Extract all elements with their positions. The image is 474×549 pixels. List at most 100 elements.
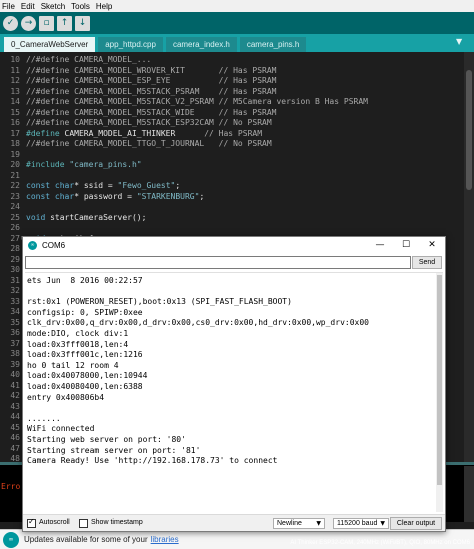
tab-camera-index[interactable]: camera_index.h bbox=[165, 37, 237, 52]
line-number: 27 bbox=[10, 233, 20, 243]
serial-output-line: entry 0x400806b4 bbox=[27, 392, 105, 402]
serial-input[interactable] bbox=[25, 256, 411, 269]
editor-scrollbar-thumb[interactable] bbox=[466, 70, 472, 190]
console-scrollbar[interactable] bbox=[464, 466, 474, 522]
line-number: 11 bbox=[10, 65, 20, 75]
code-token: * password = bbox=[74, 191, 137, 201]
code-text: const char* ssid = "Fewo_Guest"; bbox=[26, 180, 180, 191]
upload-icon[interactable]: → bbox=[21, 15, 36, 31]
serial-output[interactable]: ets Jun 8 2016 00:22:57 rst:0x1 (POWERON_… bbox=[25, 272, 443, 512]
serial-output-line: clk_drv:0x00,q_drv:0x00,d_drv:0x00,cs0_d… bbox=[27, 318, 369, 328]
new-sketch-icon[interactable]: ▫ bbox=[39, 15, 54, 31]
serial-output-line: load:0x40080400,len:6388 bbox=[27, 382, 143, 391]
code-text: //#define CAMERA_MODEL_ESP_EYE // Has PS… bbox=[26, 75, 276, 86]
code-line[interactable]: 22 const char* ssid = "Fewo_Guest"; bbox=[0, 180, 474, 191]
code-text: //#define CAMERA_MODEL_M5STACK_PSRAM // … bbox=[26, 86, 276, 97]
line-number: 28 bbox=[10, 244, 20, 253]
save-sketch-icon[interactable]: ↓ bbox=[75, 15, 90, 31]
code-line[interactable]: 17 #define CAMERA_MODEL_AI_THINKER // Has… bbox=[0, 128, 474, 139]
maximize-icon[interactable]: ☐ bbox=[393, 237, 419, 253]
libraries-link[interactable]: libraries bbox=[151, 535, 179, 544]
code-token: //#define CAMERA_MODEL_M5STACK_WIDE // H… bbox=[26, 107, 277, 117]
open-sketch-icon[interactable]: ↑ bbox=[57, 15, 72, 31]
serial-bottom-row: Autoscroll Show timestamp Newline ▼ 1152… bbox=[23, 514, 445, 531]
menu-edit[interactable]: Edit bbox=[21, 2, 35, 11]
tab-bar: 0_CameraWebServer app_httpd.cpp camera_i… bbox=[0, 34, 474, 52]
code-token: //#define CAMERA_MODEL_TTGO_T_JOURNAL //… bbox=[26, 139, 272, 148]
arduino-logo-icon: ∞ bbox=[3, 531, 19, 548]
menu-file[interactable]: File bbox=[2, 2, 15, 11]
code-token: "camera_pins.h" bbox=[69, 160, 142, 169]
line-number: 18 bbox=[10, 139, 20, 148]
send-button[interactable]: Send bbox=[412, 256, 442, 269]
line-number: 14 bbox=[10, 97, 20, 106]
chevron-down-icon: ▼ bbox=[380, 520, 385, 527]
code-line[interactable]: 21 bbox=[0, 170, 474, 181]
code-line[interactable]: 19 bbox=[0, 149, 474, 160]
serial-output-scrollbar[interactable] bbox=[436, 273, 443, 512]
show-timestamp-checkbox[interactable] bbox=[79, 519, 88, 528]
notification-bar: ∞ Updates available for some of your lib… bbox=[0, 529, 474, 549]
line-number: 38 bbox=[10, 349, 20, 358]
code-line[interactable]: 26 bbox=[0, 222, 474, 233]
line-number: 23 bbox=[10, 191, 20, 201]
code-line[interactable]: 10 //#define CAMERA_MODEL_... bbox=[0, 54, 474, 65]
code-line[interactable]: 18 //#define CAMERA_MODEL_TTGO_T_JOURNAL … bbox=[0, 138, 474, 149]
code-token: char bbox=[54, 181, 75, 190]
code-line[interactable]: 15 //#define CAMERA_MODEL_M5STACK_WIDE //… bbox=[0, 107, 474, 118]
code-text: //#define CAMERA_MODEL_... bbox=[26, 54, 151, 65]
notification-text: Updates available for some of your bbox=[24, 535, 148, 544]
code-line[interactable]: 16 //#define CAMERA_MODEL_M5STACK_ESP32CA… bbox=[0, 117, 474, 128]
line-ending-select[interactable]: Newline ▼ bbox=[273, 518, 325, 529]
line-number: 43 bbox=[10, 401, 20, 411]
tab-camerawebserver[interactable]: 0_CameraWebServer bbox=[4, 37, 96, 52]
tab-camera-pins[interactable]: camera_pins.h bbox=[239, 37, 307, 52]
code-token: //#define CAMERA_MODEL_M5STACK_ESP32CAM … bbox=[26, 118, 272, 127]
minimize-icon[interactable]: — bbox=[367, 237, 393, 253]
code-text: //#define CAMERA_MODEL_M5STACK_V2_PSRAM … bbox=[26, 96, 368, 107]
line-number: 13 bbox=[10, 86, 20, 96]
autoscroll-checkbox[interactable] bbox=[27, 517, 36, 528]
code-line[interactable]: 25 void startCameraServer(); bbox=[0, 212, 474, 223]
code-line[interactable]: 24 bbox=[0, 201, 474, 212]
line-number: 29 bbox=[10, 254, 20, 264]
menu-tools[interactable]: Tools bbox=[71, 2, 90, 11]
line-ending-value: Newline bbox=[277, 520, 302, 527]
line-number: 12 bbox=[10, 76, 20, 85]
clear-output-button[interactable]: Clear output bbox=[390, 517, 442, 530]
code-line[interactable]: 13 //#define CAMERA_MODEL_M5STACK_PSRAM /… bbox=[0, 86, 474, 97]
code-line[interactable]: 20 #include "camera_pins.h" bbox=[0, 159, 474, 170]
line-number: 17 bbox=[10, 128, 20, 138]
menu-help[interactable]: Help bbox=[96, 2, 112, 11]
tab-app-httpd[interactable]: app_httpd.cpp bbox=[98, 37, 163, 52]
send-row: Send bbox=[23, 256, 445, 270]
code-token: startCameraServer(); bbox=[45, 212, 147, 222]
code-token: //#define CAMERA_MODEL_ESP_EYE // Has PS… bbox=[26, 76, 277, 85]
line-number: 34 bbox=[10, 307, 20, 316]
baud-rate-select[interactable]: 115200 baud ▼ bbox=[333, 518, 389, 529]
serial-window-title: COM6 bbox=[42, 240, 66, 250]
serial-output-line: ....... bbox=[27, 413, 61, 423]
code-line[interactable]: 14 //#define CAMERA_MODEL_M5STACK_V2_PSRA… bbox=[0, 96, 474, 107]
verify-icon[interactable]: ✓ bbox=[3, 15, 18, 31]
arduino-app-icon: ∞ bbox=[28, 240, 37, 250]
serial-output-line: Camera Ready! Use 'http://192.168.178.73… bbox=[27, 456, 278, 466]
line-number: 39 bbox=[10, 359, 20, 369]
line-number: 35 bbox=[10, 317, 20, 327]
board-info: AI Thinker ESP32-CAM, 240MHz (WiFi/BT), … bbox=[290, 540, 470, 546]
tab-menu-icon[interactable]: ▼ bbox=[456, 37, 468, 49]
line-number: 47 bbox=[10, 443, 20, 453]
serial-output-line: mode:DIO, clock div:1 bbox=[27, 329, 129, 338]
code-line[interactable]: 11 //#define CAMERA_MODEL_WROVER_KIT // H… bbox=[0, 65, 474, 76]
line-number: 32 bbox=[10, 286, 20, 295]
menu-sketch[interactable]: Sketch bbox=[41, 2, 65, 11]
baud-rate-value: 115200 baud bbox=[337, 520, 378, 527]
toolbar: ✓ → ▫ ↑ ↓ bbox=[0, 12, 474, 34]
code-token: //#define CAMERA_MODEL_WROVER_KIT // Has… bbox=[26, 65, 277, 75]
serial-output-scrollbar-thumb[interactable] bbox=[437, 275, 442, 485]
code-line[interactable]: 12 //#define CAMERA_MODEL_ESP_EYE // Has … bbox=[0, 75, 474, 86]
console-error-text: Erro bbox=[1, 482, 21, 491]
serial-titlebar[interactable]: ∞ COM6 — ☐ ✕ bbox=[23, 237, 445, 253]
close-icon[interactable]: ✕ bbox=[419, 237, 445, 253]
code-line[interactable]: 23 const char* password = "STARKENBURG"; bbox=[0, 191, 474, 202]
